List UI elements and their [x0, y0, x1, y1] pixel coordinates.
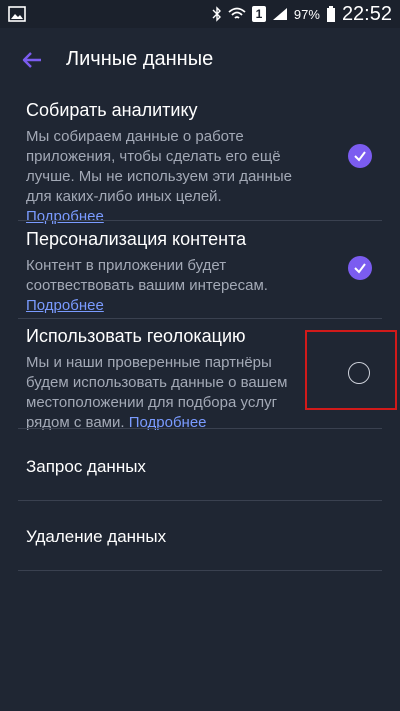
setting-analytics: Собирать аналитику Мы собираем данные о … — [0, 92, 400, 225]
analytics-toggle[interactable] — [348, 144, 372, 168]
checkmark-icon — [354, 263, 366, 274]
setting-personalization: Персонализация контента Контент в прилож… — [0, 221, 400, 319]
setting-description: Мы и наши проверенные партнёры будем исп… — [26, 354, 288, 431]
divider — [18, 428, 382, 429]
setting-description: Контент в приложении будет соотвествоват… — [26, 257, 268, 314]
signal-icon — [272, 8, 287, 20]
status-time: 22:52 — [341, 2, 392, 25]
setting-title: Персонализация контента — [26, 229, 247, 249]
divider — [18, 500, 382, 501]
page-title: Личные данные — [66, 48, 214, 70]
status-bar: 1 97% 22:52 — [0, 0, 400, 28]
wifi-icon — [228, 7, 246, 19]
gallery-icon — [8, 6, 26, 22]
bluetooth-icon — [212, 6, 221, 22]
arrow-left-icon[interactable] — [20, 48, 44, 72]
battery-percent: 97% — [293, 6, 320, 22]
setting-title: Собирать аналитику — [26, 100, 198, 120]
battery-icon — [326, 6, 335, 22]
app-bar: Личные данные — [0, 28, 400, 92]
setting-description: Мы собираем данные о работе приложения, … — [26, 128, 292, 225]
checkmark-icon — [354, 151, 366, 162]
notification-badge: 1 — [251, 6, 266, 22]
request-data-item[interactable]: Запрос данных — [26, 457, 146, 477]
details-link[interactable]: Подробнее — [26, 297, 104, 314]
divider — [18, 570, 382, 571]
highlight-box — [305, 330, 397, 410]
personalization-toggle[interactable] — [348, 256, 372, 280]
delete-data-item[interactable]: Удаление данных — [26, 527, 166, 547]
status-icons: 1 97% 22:52 — [212, 0, 392, 28]
